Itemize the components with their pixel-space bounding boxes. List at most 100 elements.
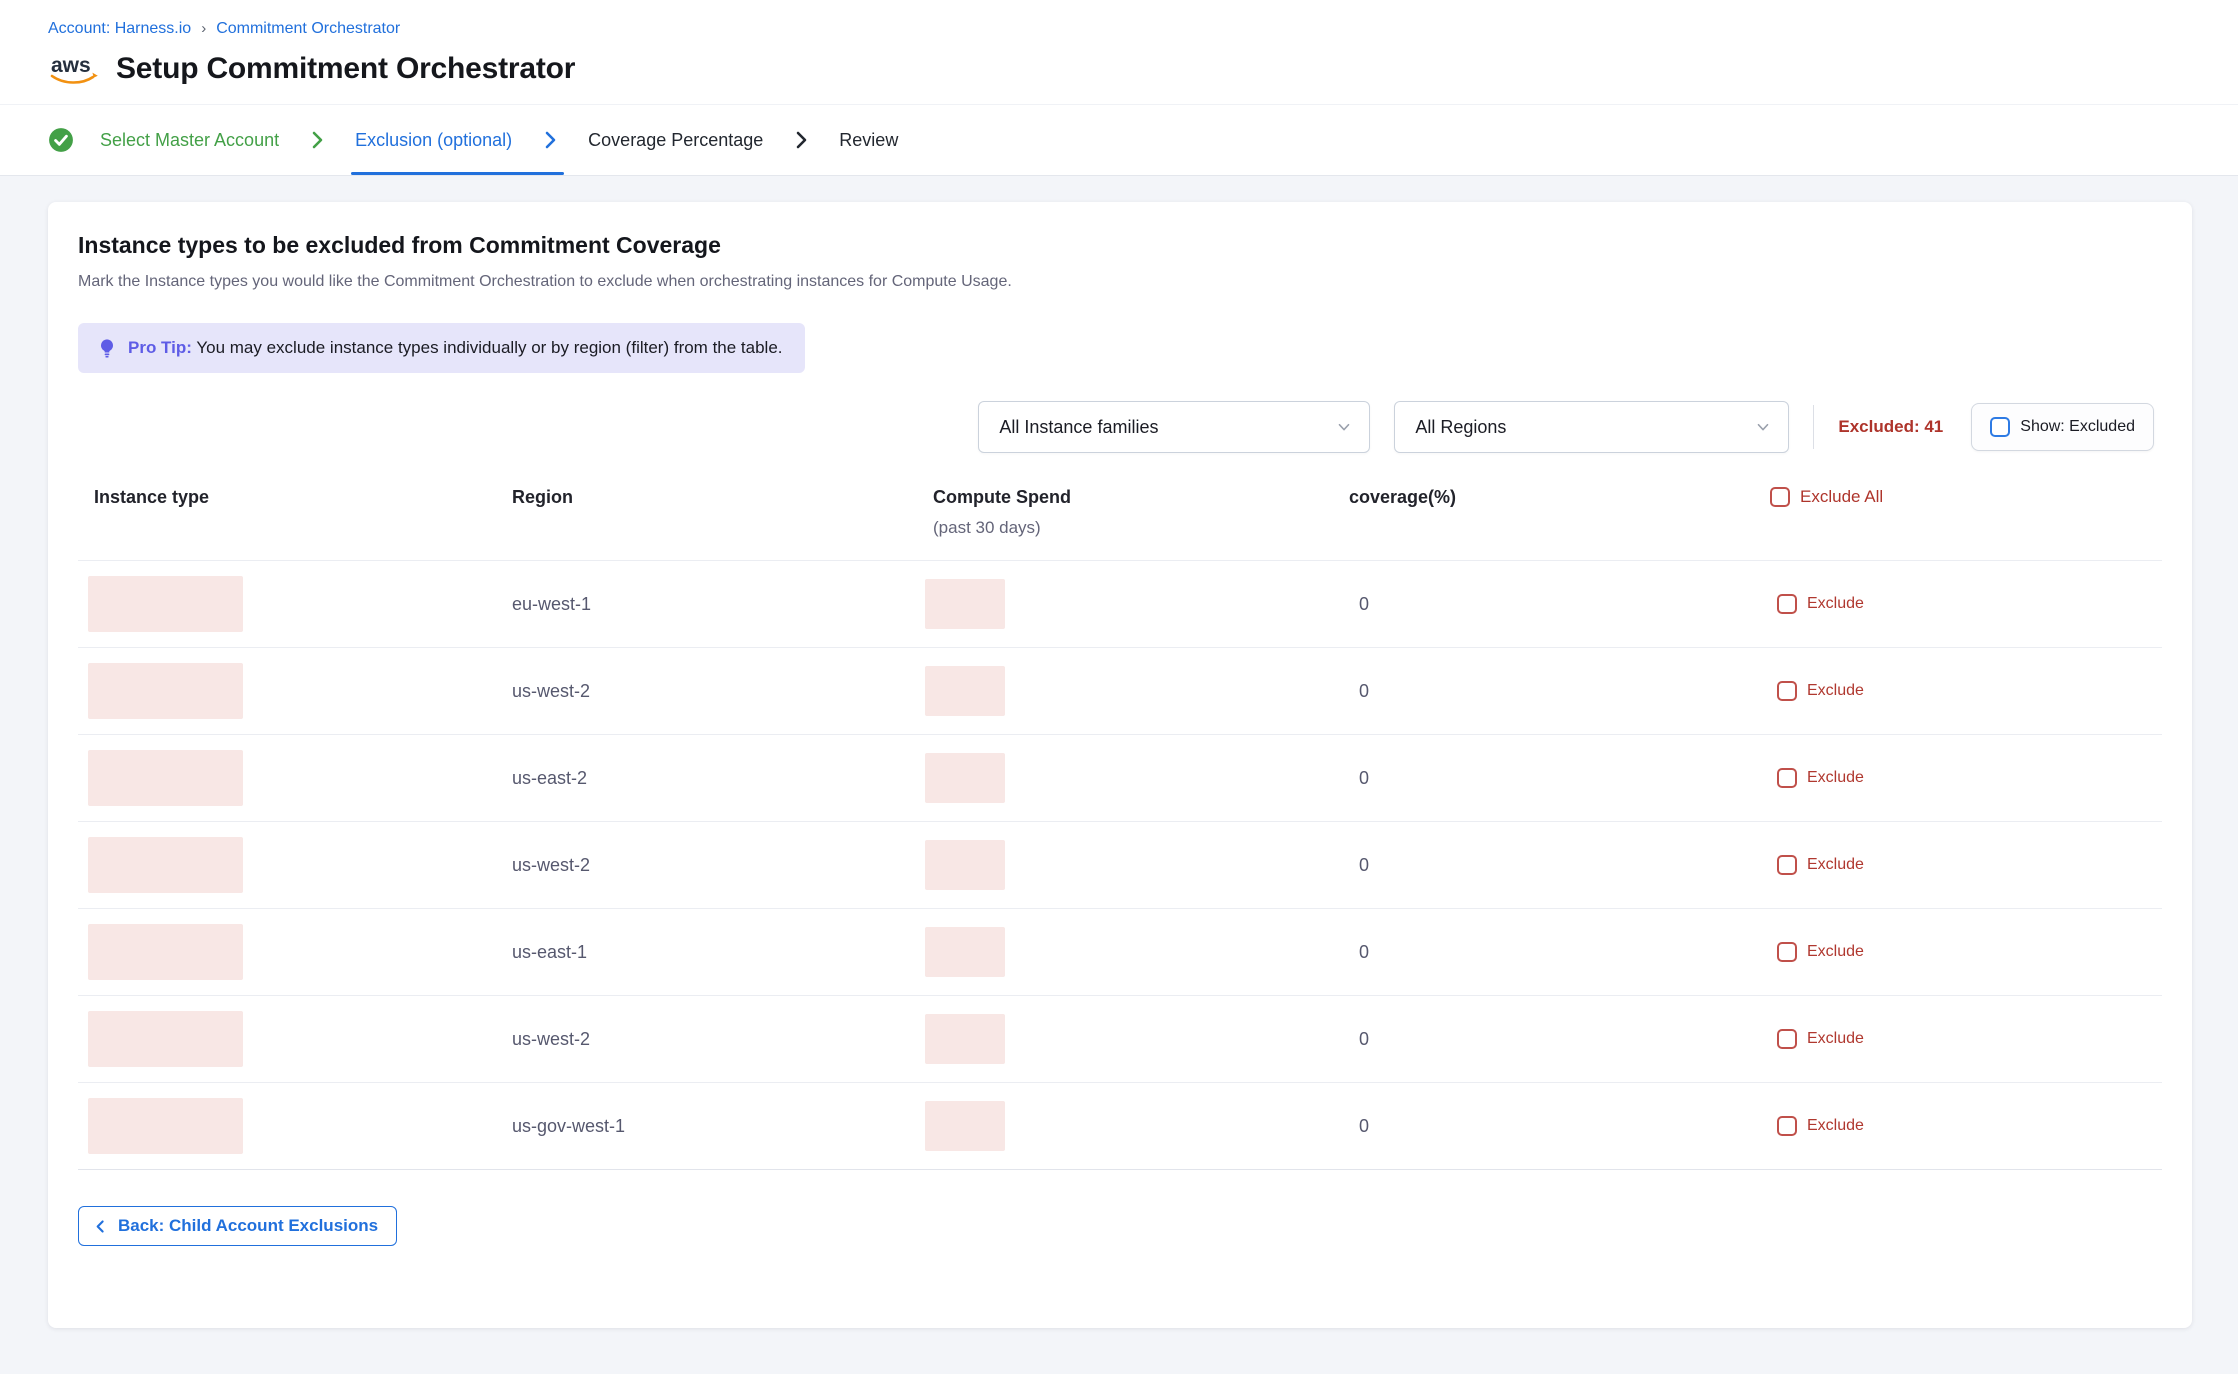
step-label[interactable]: Review	[839, 130, 898, 151]
compute-spend-redacted-value	[925, 1014, 1005, 1064]
coverage-cell: 0	[1349, 942, 1770, 963]
excluded-count: Excluded: 41	[1838, 417, 1943, 437]
coverage-cell: 0	[1349, 1029, 1770, 1050]
svg-text:aws: aws	[51, 54, 91, 77]
compute-spend-redacted-value	[925, 1101, 1005, 1151]
coverage-cell: 0	[1349, 855, 1770, 876]
chevron-down-icon	[1335, 418, 1353, 436]
show-excluded-toggle[interactable]: Show: Excluded	[1971, 403, 2154, 451]
instance-type-redacted-value	[88, 924, 243, 980]
instance-type-redacted-value	[88, 663, 243, 719]
coverage-cell: 0	[1349, 594, 1770, 615]
step-select-master-account[interactable]: Select Master Account	[48, 105, 329, 175]
table-row: us-west-2 0 Exclude	[78, 996, 2162, 1083]
breadcrumb-page-link[interactable]: Commitment Orchestrator	[216, 20, 400, 38]
compute-spend-redacted-value	[925, 579, 1005, 629]
col-header-compute-spend-sub: (past 30 days)	[933, 518, 1349, 538]
instance-type-redacted-value	[88, 1011, 243, 1067]
breadcrumb: Account: Harness.io › Commitment Orchest…	[48, 20, 2190, 38]
back-button-label: Back: Child Account Exclusions	[118, 1216, 378, 1236]
wizard-stepper: Select Master Account Exclusion (optiona…	[0, 104, 2238, 176]
col-header-coverage: coverage(%)	[1349, 487, 1770, 508]
table-row: us-east-1 0 Exclude	[78, 909, 2162, 996]
check-circle-icon	[48, 127, 74, 153]
exclude-control[interactable]: Exclude	[1770, 942, 2162, 962]
chevron-right-icon	[538, 128, 562, 152]
step-coverage-percentage[interactable]: Coverage Percentage	[588, 105, 813, 175]
exclusion-card: Instance types to be excluded from Commi…	[48, 202, 2192, 1328]
regions-select[interactable]: All Regions	[1394, 401, 1789, 453]
back-button[interactable]: Back: Child Account Exclusions	[78, 1206, 397, 1246]
show-excluded-checkbox[interactable]	[1990, 417, 2010, 437]
compute-spend-redacted-value	[925, 840, 1005, 890]
step-label[interactable]: Select Master Account	[100, 130, 279, 151]
chevron-left-icon	[92, 1218, 109, 1235]
card-title: Instance types to be excluded from Commi…	[78, 232, 2162, 259]
exclude-checkbox[interactable]	[1777, 594, 1797, 614]
col-header-compute-spend: Compute Spend	[933, 487, 1349, 508]
region-cell: us-west-2	[512, 681, 933, 702]
compute-spend-redacted-value	[925, 927, 1005, 977]
card-subtitle: Mark the Instance types you would like t…	[78, 273, 2162, 291]
region-cell: us-east-1	[512, 942, 933, 963]
instance-type-redacted-value	[88, 576, 243, 632]
region-cell: eu-west-1	[512, 594, 933, 615]
exclude-control[interactable]: Exclude	[1770, 768, 2162, 788]
coverage-cell: 0	[1349, 768, 1770, 789]
exclude-control[interactable]: Exclude	[1770, 681, 2162, 701]
coverage-cell: 0	[1349, 681, 1770, 702]
exclusion-table: Instance type Region Compute Spend (past…	[78, 487, 2162, 1170]
table-header: Instance type Region Compute Spend (past…	[78, 487, 2162, 561]
instance-families-select[interactable]: All Instance families	[978, 401, 1370, 453]
app-header: Account: Harness.io › Commitment Orchest…	[0, 0, 2238, 104]
col-header-instance-type: Instance type	[94, 487, 512, 508]
exclude-label: Exclude	[1807, 1030, 1864, 1048]
region-cell: us-gov-west-1	[512, 1116, 933, 1137]
step-review[interactable]: Review	[839, 105, 898, 175]
exclude-checkbox[interactable]	[1777, 1029, 1797, 1049]
exclude-checkbox[interactable]	[1777, 681, 1797, 701]
exclude-checkbox[interactable]	[1777, 942, 1797, 962]
filter-divider	[1813, 405, 1814, 449]
filter-row: All Instance families All Regions Exclud…	[78, 401, 2162, 453]
breadcrumb-account-link[interactable]: Account: Harness.io	[48, 20, 191, 38]
exclude-control[interactable]: Exclude	[1770, 594, 2162, 614]
instance-type-redacted-value	[88, 750, 243, 806]
exclude-checkbox[interactable]	[1777, 768, 1797, 788]
exclude-control[interactable]: Exclude	[1770, 1116, 2162, 1136]
main-content: Instance types to be excluded from Commi…	[0, 176, 2238, 1365]
region-cell: us-east-2	[512, 768, 933, 789]
exclude-all-control[interactable]: Exclude All	[1770, 487, 2162, 507]
exclude-label: Exclude	[1807, 595, 1864, 613]
step-label[interactable]: Coverage Percentage	[588, 130, 763, 151]
table-row: us-east-2 0 Exclude	[78, 735, 2162, 822]
exclude-control[interactable]: Exclude	[1770, 855, 2162, 875]
step-exclusion[interactable]: Exclusion (optional)	[355, 105, 562, 175]
instance-type-redacted-value	[88, 1098, 243, 1154]
chevron-right-icon	[305, 128, 329, 152]
lightbulb-icon	[96, 337, 118, 359]
coverage-cell: 0	[1349, 1116, 1770, 1137]
exclude-label: Exclude	[1807, 856, 1864, 874]
exclude-label: Exclude	[1807, 943, 1864, 961]
show-excluded-label: Show: Excluded	[2020, 418, 2135, 436]
chevron-right-icon	[789, 128, 813, 152]
chevron-down-icon	[1754, 418, 1772, 436]
compute-spend-redacted-value	[925, 753, 1005, 803]
exclude-all-checkbox[interactable]	[1770, 487, 1790, 507]
instance-families-value: All Instance families	[999, 417, 1158, 438]
exclude-checkbox[interactable]	[1777, 1116, 1797, 1136]
table-row: us-west-2 0 Exclude	[78, 648, 2162, 735]
col-header-region: Region	[512, 487, 933, 508]
table-row: eu-west-1 0 Exclude	[78, 561, 2162, 648]
exclude-checkbox[interactable]	[1777, 855, 1797, 875]
exclude-label: Exclude	[1807, 1117, 1864, 1135]
exclude-all-label: Exclude All	[1800, 487, 1883, 507]
step-label[interactable]: Exclusion (optional)	[355, 130, 512, 151]
exclude-label: Exclude	[1807, 769, 1864, 787]
breadcrumb-separator-icon: ›	[201, 20, 206, 37]
exclude-control[interactable]: Exclude	[1770, 1029, 2162, 1049]
page-title: Setup Commitment Orchestrator	[116, 52, 575, 86]
instance-type-redacted-value	[88, 837, 243, 893]
pro-tip-banner: Pro Tip: You may exclude instance types …	[78, 323, 805, 373]
